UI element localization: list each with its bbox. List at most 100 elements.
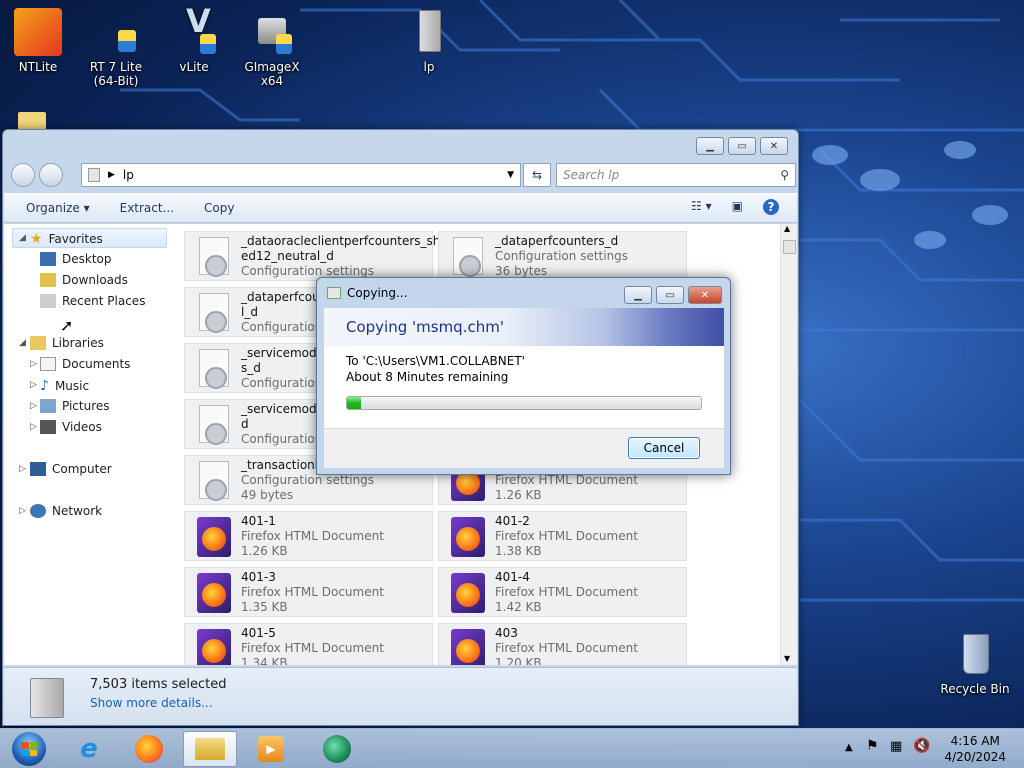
expand-arrow-icon[interactable]: ▷ bbox=[30, 422, 37, 432]
file-type: Firefox HTML Document bbox=[495, 641, 638, 655]
cancel-button[interactable]: Cancel bbox=[628, 437, 700, 459]
firefox-document-icon bbox=[447, 629, 489, 665]
help-icon[interactable]: ? bbox=[763, 199, 779, 215]
desktop-icon-gimagex[interactable]: GImageX x64 bbox=[232, 8, 312, 88]
volume-muted-icon[interactable]: 🔇 bbox=[913, 738, 930, 754]
file-type: Firefox HTML Document bbox=[495, 473, 638, 487]
file-type: Configuration settings bbox=[241, 473, 375, 487]
taskbar-media-player[interactable]: ▶ bbox=[244, 731, 298, 767]
file-tile[interactable]: 403 Firefox HTML Document 1.20 KB bbox=[438, 623, 687, 665]
show-hidden-icons-icon[interactable]: ▲ bbox=[845, 742, 853, 753]
firefox-icon bbox=[135, 735, 163, 763]
file-name: 401-2 bbox=[495, 514, 530, 528]
file-tile[interactable]: _dataperfcounters_d Configuration setting… bbox=[438, 231, 687, 281]
copy-icon bbox=[327, 287, 341, 299]
preview-pane-icon[interactable]: ▣ bbox=[732, 199, 743, 215]
minimize-button[interactable]: ▁ bbox=[696, 137, 724, 155]
show-more-details-link[interactable]: Show more details... bbox=[90, 696, 213, 710]
taskbar-firefox[interactable] bbox=[122, 731, 176, 767]
scroll-thumb[interactable] bbox=[783, 240, 796, 254]
desktop-icon-rt7lite[interactable]: RT 7 Lite (64-Bit) bbox=[76, 8, 156, 88]
expand-arrow-icon[interactable]: ▷ bbox=[30, 401, 37, 411]
organize-label: Organize bbox=[26, 201, 80, 215]
chevron-down-icon[interactable]: ▼ bbox=[507, 170, 514, 180]
desktop-icon-recycle-bin[interactable]: Recycle Bin bbox=[935, 630, 1015, 696]
taskbar-windows-explorer[interactable] bbox=[183, 731, 237, 767]
nav-item-downloads[interactable]: Downloads bbox=[40, 273, 128, 287]
file-tile[interactable]: 401-5 Firefox HTML Document 1.34 KB bbox=[184, 623, 433, 665]
file-tile[interactable]: 401-2 Firefox HTML Document 1.38 KB bbox=[438, 511, 687, 561]
nav-item-network[interactable]: Network bbox=[30, 504, 102, 518]
forward-button[interactable] bbox=[39, 163, 63, 187]
extract-button[interactable]: Extract... bbox=[120, 201, 174, 215]
file-type: Firefox HTML Document bbox=[241, 641, 384, 655]
star-icon: ★ bbox=[30, 231, 43, 247]
action-center-flag-icon[interactable]: ⚑ bbox=[866, 738, 879, 754]
nav-item-pictures[interactable]: Pictures bbox=[40, 399, 110, 413]
network-tray-icon[interactable]: ▦ bbox=[890, 739, 902, 754]
copy-dialog[interactable]: Copying... ▁ ▭ ✕ Copying 'msmq.chm' To '… bbox=[316, 277, 731, 475]
maximize-button[interactable]: ▭ bbox=[728, 137, 756, 155]
dialog-maximize-button[interactable]: ▭ bbox=[656, 286, 684, 304]
nav-item-recent-places[interactable]: Recent Places bbox=[40, 294, 145, 308]
nav-label: Favorites bbox=[48, 232, 103, 246]
search-icon[interactable]: ⚲ bbox=[780, 164, 789, 186]
scroll-up-icon[interactable]: ▲ bbox=[784, 224, 790, 233]
copy-button[interactable]: Copy bbox=[204, 201, 234, 215]
desktop-icon-label: Recycle Bin bbox=[940, 682, 1010, 696]
expand-arrow-icon[interactable]: ▷ bbox=[30, 380, 37, 390]
expand-arrow-icon[interactable]: ▷ bbox=[19, 506, 26, 516]
nav-item-computer[interactable]: Computer bbox=[30, 462, 112, 476]
nav-label: Recent Places bbox=[62, 294, 146, 308]
internet-explorer-icon: e bbox=[80, 734, 98, 764]
windows-logo-icon bbox=[12, 732, 46, 766]
nav-item-desktop[interactable]: Desktop bbox=[40, 252, 112, 266]
folder-icon[interactable] bbox=[18, 112, 46, 130]
taskbar-internet-explorer[interactable]: e bbox=[62, 731, 116, 767]
nav-label: Computer bbox=[52, 462, 112, 476]
address-bar[interactable]: ▶ lp ▼ bbox=[81, 163, 521, 187]
app-icon bbox=[323, 735, 351, 763]
desktop-icon-vlite[interactable]: V vLite bbox=[154, 5, 234, 74]
dialog-minimize-button[interactable]: ▁ bbox=[624, 286, 652, 304]
expand-arrow-icon[interactable]: ▷ bbox=[30, 359, 37, 369]
desktop-icon-lp[interactable]: lp bbox=[389, 8, 469, 74]
nav-item-documents[interactable]: Documents bbox=[40, 357, 130, 371]
search-input[interactable]: Search lp ⚲ bbox=[556, 163, 796, 187]
config-file-icon bbox=[193, 293, 235, 333]
config-file-icon bbox=[193, 237, 235, 277]
taskbar-app[interactable] bbox=[310, 731, 364, 767]
file-tile[interactable]: 401-3 Firefox HTML Document 1.35 KB bbox=[184, 567, 433, 617]
nav-item-videos[interactable]: Videos bbox=[40, 420, 102, 434]
desktop-icon-ntlite[interactable]: NTLite bbox=[0, 8, 78, 74]
file-tile[interactable]: _dataoracleclientperfcounters_shar ed12_n… bbox=[184, 231, 453, 281]
desktop-icon-label: vLite bbox=[179, 60, 209, 74]
selection-count: 7,503 items selected bbox=[90, 677, 227, 692]
expand-arrow-icon[interactable]: ▷ bbox=[19, 464, 26, 474]
file-tile[interactable]: 401-4 Firefox HTML Document 1.42 KB bbox=[438, 567, 687, 617]
vertical-scrollbar[interactable]: ▲ ▼ bbox=[780, 224, 797, 665]
organize-button[interactable]: Organize ▾ bbox=[26, 201, 90, 215]
chevron-right-icon[interactable]: ▶ bbox=[108, 170, 115, 180]
nav-item-music[interactable]: ♪ Music bbox=[40, 378, 89, 394]
nav-item-favorites[interactable]: ★ Favorites bbox=[30, 231, 103, 247]
copy-destination: To 'C:\Users\VM1.COLLABNET' bbox=[346, 354, 525, 368]
view-options-icon[interactable]: ☷ ▾ bbox=[691, 199, 712, 215]
close-button[interactable]: ✕ bbox=[760, 137, 788, 155]
dialog-close-button[interactable]: ✕ bbox=[688, 286, 722, 304]
refresh-button[interactable]: ⇆ bbox=[523, 163, 551, 187]
nav-label: Desktop bbox=[62, 252, 112, 266]
expand-arrow-icon[interactable]: ◢ bbox=[19, 338, 26, 348]
nav-item-libraries[interactable]: Libraries bbox=[30, 336, 104, 350]
scroll-down-icon[interactable]: ▼ bbox=[784, 654, 790, 663]
nav-label: Network bbox=[52, 504, 103, 518]
file-type: Firefox HTML Document bbox=[241, 585, 384, 599]
nav-label: Downloads bbox=[62, 273, 128, 287]
expand-arrow-icon[interactable]: ◢ bbox=[19, 233, 26, 243]
dialog-titlebar: Copying... bbox=[327, 286, 407, 300]
file-tile[interactable]: 401-1 Firefox HTML Document 1.26 KB bbox=[184, 511, 433, 561]
firefox-document-icon bbox=[193, 517, 235, 557]
back-button[interactable] bbox=[11, 163, 35, 187]
system-clock[interactable]: 4:16 AM 4/20/2024 bbox=[944, 733, 1006, 765]
start-button[interactable] bbox=[2, 731, 56, 767]
